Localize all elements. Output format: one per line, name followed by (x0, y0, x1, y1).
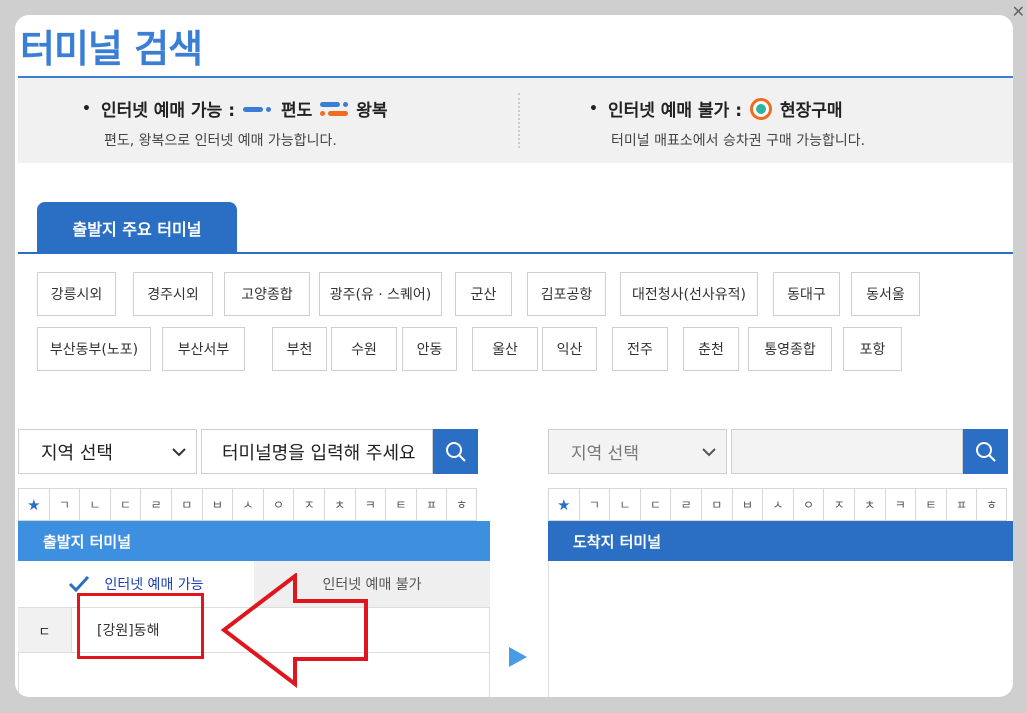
departure-region-select-value: 지역 선택 (41, 442, 113, 464)
roundtrip-label: 왕복 (356, 101, 388, 121)
consonant-filter-button[interactable]: ㅋ (354, 488, 386, 521)
consonant-filter-button[interactable]: ㄹ (670, 488, 701, 521)
onsite-purchase-icon (750, 97, 772, 120)
roundtrip-icon (320, 100, 349, 118)
major-terminal-button[interactable]: 김포공항 (527, 272, 606, 316)
arrival-consonant-filter: ★ ㄱㄴㄷㄹㅁㅂㅅㅇㅈㅊㅋㅌㅍㅎ (548, 488, 1007, 521)
departure-terminal-header: 출발지 터미널 (18, 521, 490, 561)
arrival-search-input[interactable] (731, 429, 963, 474)
major-terminal-button[interactable]: 부산서부 (162, 327, 245, 371)
major-terminal-button[interactable]: 부산동부(노포) (37, 327, 151, 371)
consonant-filter-button[interactable]: ㅁ (170, 488, 202, 521)
arrival-region-select-value: 지역 선택 (571, 444, 639, 464)
checkmark-icon (69, 575, 90, 593)
major-terminal-button[interactable]: 군산 (455, 272, 512, 316)
arrival-search-button[interactable] (963, 429, 1008, 474)
major-terminal-button[interactable]: 전주 (612, 327, 668, 371)
consonant-filter-button[interactable]: ㄷ (109, 488, 141, 521)
consonant-filter-button[interactable]: ㅂ (201, 488, 233, 521)
major-terminal-button[interactable]: 울산 (472, 327, 538, 371)
major-terminal-button[interactable]: 포항 (843, 327, 902, 371)
consonant-filter-button[interactable]: ㅊ (853, 488, 885, 521)
consonant-filter-button[interactable]: ㄱ (48, 488, 80, 521)
annotation-arrow-icon (220, 573, 368, 688)
search-icon (445, 441, 466, 462)
major-terminal-button[interactable]: 고양종합 (224, 272, 310, 316)
oneway-label: 편도 (281, 101, 313, 121)
major-terminal-button[interactable]: 강릉시외 (37, 272, 116, 316)
consonant-filter-button[interactable]: ㅁ (700, 488, 732, 521)
consonant-filter-button[interactable]: ㅎ (446, 488, 477, 521)
consonant-filter-button[interactable]: ㅎ (976, 488, 1007, 521)
consonant-filter-button[interactable]: ㄹ (140, 488, 171, 521)
major-terminal-button[interactable]: 광주(유 · 스퀘어) (319, 272, 442, 316)
consonant-filter-button[interactable]: ㅈ (293, 488, 324, 521)
departure-consonant-filter: ★ ㄱㄴㄷㄹㅁㅂㅅㅇㅈㅊㅋㅌㅍㅎ (18, 488, 477, 521)
chevron-down-icon (172, 441, 186, 462)
major-terminal-button[interactable]: 경주시외 (133, 272, 213, 316)
departure-region-select[interactable]: 지역 선택 (18, 429, 197, 474)
onsite-purchase-label: 현장구매 (780, 101, 843, 121)
consonant-filter-button[interactable]: ㄴ (609, 488, 640, 521)
arrival-terminal-header: 도착지 터미널 (548, 521, 1013, 561)
departure-search-input[interactable]: 터미널명을 입력해 주세요 (201, 429, 433, 474)
consonant-filter-button[interactable]: ㄱ (578, 488, 610, 521)
consonant-filter-button[interactable]: ㅅ (232, 488, 263, 521)
arrival-panel (548, 561, 1013, 697)
major-terminal-button[interactable]: 대전청사(선사유적) (620, 272, 758, 316)
consonant-filter-button[interactable]: ㅋ (884, 488, 916, 521)
consonant-filter-button[interactable]: ㅍ (415, 488, 447, 521)
online-booking-desc: 편도, 왕복으로 인터넷 예매 가능합니다. (104, 133, 337, 149)
arrival-region-select[interactable]: 지역 선택 (548, 429, 727, 474)
offline-booking-info: • 인터넷 예매 불가 : 현장구매 터미널 매표소에서 승차권 구매 가능합니… (589, 96, 865, 150)
close-icon[interactable]: ✕ (1012, 2, 1025, 21)
consonant-filter-button[interactable]: ㅇ (792, 488, 824, 521)
tab-online-booking-label: 인터넷 예매 가능 (104, 577, 204, 593)
tab-major-departure-terminals[interactable]: 출발지 주요 터미널 (37, 202, 237, 253)
booking-info-panel: • 인터넷 예매 가능 : 편도 왕복 편도, 왕복으로 인터넷 예매 가능합니… (18, 78, 1013, 163)
consonant-filter-button[interactable]: ㅇ (262, 488, 294, 521)
consonant-filter-button[interactable]: ㅍ (945, 488, 977, 521)
major-terminal-button[interactable]: 춘천 (683, 327, 739, 371)
online-booking-label: 인터넷 예매 가능 : (100, 101, 235, 121)
consonant-filter-button[interactable]: ㅊ (323, 488, 355, 521)
consonant-filter-button[interactable]: ㅂ (731, 488, 763, 521)
chevron-down-icon (702, 442, 716, 462)
oneway-icon (243, 105, 273, 113)
online-booking-info: • 인터넷 예매 가능 : 편도 왕복 편도, 왕복으로 인터넷 예매 가능합니… (82, 96, 388, 150)
tab-divider (18, 252, 1013, 254)
offline-booking-desc: 터미널 매표소에서 승차권 구매 가능합니다. (611, 133, 866, 149)
list-consonant: ㄷ (18, 608, 72, 652)
search-icon (975, 441, 996, 462)
page-title: 터미널 검색 (20, 27, 203, 71)
departure-search-button[interactable] (433, 429, 478, 474)
consonant-filter-button[interactable]: ㅈ (823, 488, 854, 521)
consonant-filter-button[interactable]: ㄴ (79, 488, 110, 521)
consonant-filter-button[interactable]: ㅅ (762, 488, 793, 521)
major-terminal-button[interactable]: 동서울 (851, 272, 920, 316)
departure-search-placeholder: 터미널명을 입력해 주세요 (222, 442, 416, 464)
major-terminal-button[interactable]: 익산 (542, 327, 597, 371)
major-terminal-button[interactable]: 통영종합 (748, 327, 832, 371)
major-terminal-button[interactable]: 부천 (272, 327, 327, 371)
favorite-star-icon[interactable]: ★ (548, 488, 579, 521)
major-terminal-button[interactable]: 동대구 (773, 272, 840, 316)
consonant-filter-button[interactable]: ㅌ (385, 488, 416, 521)
offline-booking-label: 인터넷 예매 불가 : (607, 101, 742, 121)
annotation-highlight-box (77, 593, 204, 659)
info-divider (518, 93, 520, 148)
favorite-star-icon[interactable]: ★ (18, 488, 49, 521)
major-terminal-button[interactable]: 안동 (402, 327, 457, 371)
play-arrow-icon (509, 647, 527, 667)
terminal-search-modal: 터미널 검색 • 인터넷 예매 가능 : 편도 왕복 편도, 왕복으로 인터넷 … (15, 15, 1013, 697)
major-terminal-button[interactable]: 수원 (331, 327, 397, 371)
consonant-filter-button[interactable]: ㄷ (639, 488, 671, 521)
consonant-filter-button[interactable]: ㅌ (915, 488, 946, 521)
